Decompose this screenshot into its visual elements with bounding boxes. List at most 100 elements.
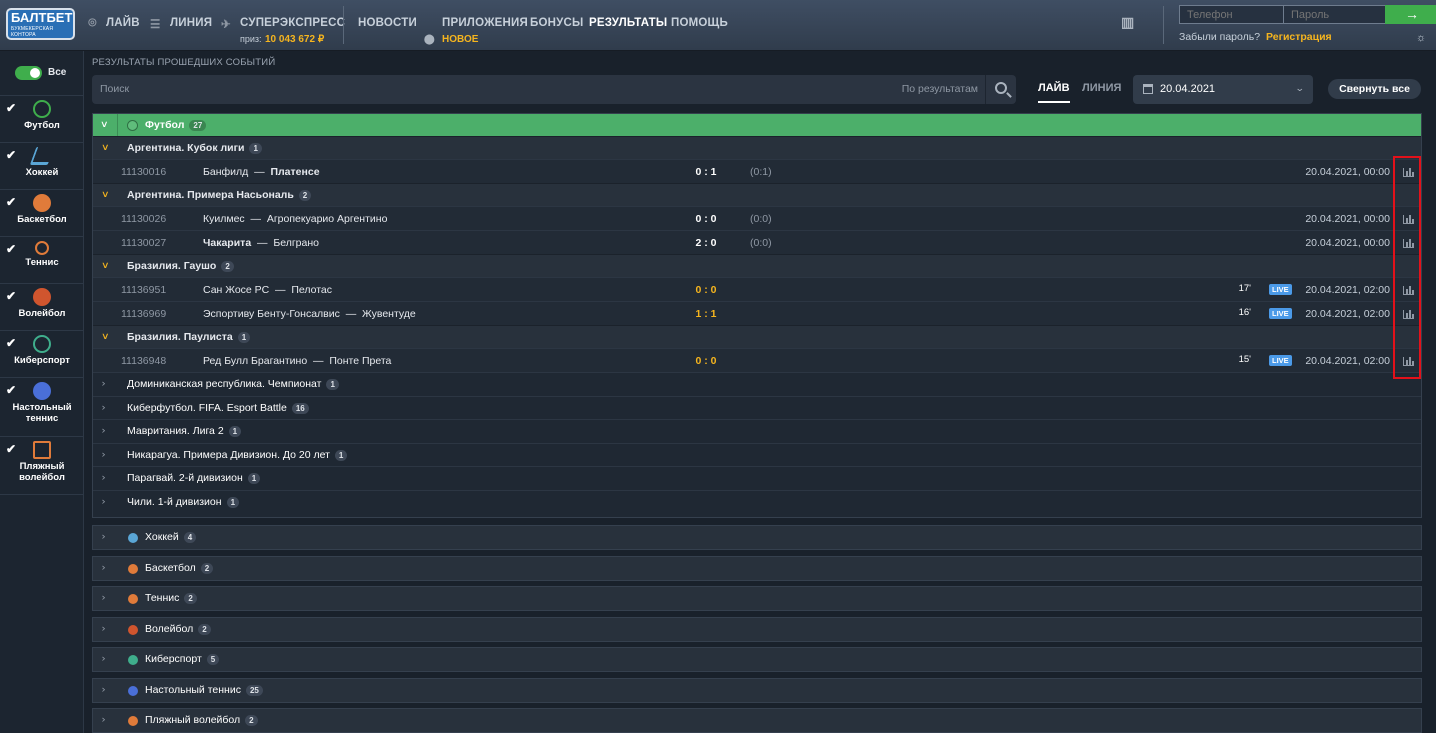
search-scope-select[interactable]: По результатам (902, 83, 978, 95)
sport-row[interactable]: › Теннис 2 (92, 586, 1422, 611)
table-row[interactable]: 11136951 Сан Жосе РС — Пелотас 0 : 0 17'… (93, 277, 1421, 301)
nav-help[interactable]: ПОМОЩЬ (671, 17, 728, 29)
login-button[interactable]: → (1385, 5, 1436, 24)
stats-icon[interactable]: ▥ (1121, 14, 1134, 31)
nav-news[interactable]: НОВОСТИ (358, 17, 417, 29)
check-icon: ✔ (6, 195, 17, 209)
collapse-all-button[interactable]: Свернуть все (1328, 79, 1421, 99)
table-tennis-icon (33, 382, 51, 400)
sport-header-football[interactable]: ∨ Футбол 27 (93, 114, 1421, 136)
nav-line[interactable]: ЛИНИЯ (170, 17, 212, 29)
football-icon (127, 120, 138, 131)
league-collapsed[interactable]: › Киберфутбол. FIFA. Esport Battle 16 (93, 395, 1421, 420)
divider (1163, 6, 1164, 44)
league-name: Мавритания. Лига 21 (127, 425, 242, 437)
volleyball-icon (33, 288, 51, 306)
sport-row[interactable]: › Пляжный волейбол 2 (92, 708, 1422, 733)
league-header[interactable]: ∨ Аргентина. Примера Насьональ 2 (93, 183, 1421, 206)
chevron-right-icon: › (101, 495, 106, 506)
league-header[interactable]: ∨ Бразилия. Гаушо 2 (93, 254, 1421, 277)
chevron-down-icon: ∨ (100, 119, 109, 129)
sidebar-item-hockey[interactable]: ✔ Хоккей (0, 142, 84, 189)
search-icon[interactable] (995, 82, 1007, 94)
sport-name: Баскетбол 2 (145, 562, 214, 574)
sport-row[interactable]: › Баскетбол 2 (92, 555, 1422, 581)
chevron-right-icon: › (101, 592, 106, 602)
logo[interactable]: БАЛТБЕТ БУКМЕКЕРСКАЯ КОНТОРА (6, 8, 75, 40)
sidebar-item-esports[interactable]: ✔ Киберспорт (0, 330, 84, 377)
sidebar-item-table-tennis[interactable]: ✔ Настольный теннис (0, 377, 84, 436)
teams: Эспортиву Бенту-Гонсалвис — Жувентуде (203, 308, 416, 320)
search-input[interactable]: Поиск (100, 83, 129, 95)
check-icon: ✔ (6, 442, 17, 456)
sport-name: Футбол 27 (145, 119, 207, 131)
collapse-toggle[interactable]: ∨ (93, 114, 118, 136)
sport-icon (128, 624, 138, 635)
chevron-right-icon: › (101, 448, 106, 459)
sport-block-football: ∨ Футбол 27 ∨ Аргентина. Кубок лиги 1 1113… (92, 113, 1422, 518)
table-row[interactable]: 11136948 Ред Булл Брагантино — Понте Пре… (93, 348, 1421, 372)
check-icon: ✔ (6, 289, 17, 303)
nav-apps[interactable]: ПРИЛОЖЕНИЯ (442, 17, 528, 29)
table-row[interactable]: 11136969 Эспортиву Бенту-Гонсалвис — Жув… (93, 301, 1421, 325)
tab-live[interactable]: ЛАЙВ (1038, 82, 1070, 103)
sidebar-item-tennis[interactable]: ✔ Теннис (0, 236, 84, 283)
sport-row[interactable]: › Киберспорт 5 (92, 647, 1422, 672)
league-name: Аргентина. Кубок лиги 1 (127, 142, 262, 154)
sidebar-item-football[interactable]: ✔ Футбол (0, 95, 84, 142)
league-collapsed[interactable]: › Парагвай. 2-й дивизион 1 (93, 466, 1421, 490)
count-badge: 4 (183, 532, 197, 543)
sidebar-item-beach-volleyball[interactable]: ✔ Пляжный волейбол (0, 436, 84, 495)
sport-name: Теннис 2 (145, 592, 197, 604)
nav-results[interactable]: РЕЗУЛЬТАТЫ (589, 17, 667, 29)
league-name: Парагвай. 2-й дивизион 1 (127, 472, 261, 484)
theme-icon[interactable]: ☼ (1416, 32, 1426, 44)
league-collapsed[interactable]: › Мавритания. Лига 21 (93, 419, 1421, 443)
sport-row[interactable]: › Волейбол 2 (92, 616, 1422, 642)
score: 0 : 0 (695, 284, 717, 296)
event-date: 20.04.2021, 00:00 (1305, 166, 1390, 178)
league-header[interactable]: ∨ Бразилия. Паулиста 1 (93, 325, 1421, 348)
table-row[interactable]: 11130027 Чакарита — Белграно 2 : 0 (0:0)… (93, 230, 1421, 254)
sidebar-item-label: Настольный теннис (12, 402, 72, 424)
sport-row[interactable]: › Хоккей 4 (92, 525, 1422, 550)
date-picker[interactable]: 20.04.2021 ⌄ (1133, 75, 1313, 104)
sidebar-item-basketball[interactable]: ✔ Баскетбол (0, 189, 84, 236)
all-toggle[interactable] (15, 66, 42, 80)
date-value: 20.04.2021 (1160, 83, 1216, 95)
count-badge: 2 (200, 562, 214, 574)
table-row[interactable]: 11130026 Куилмес — Агропекуарио Аргентин… (93, 206, 1421, 230)
count-badge: 16 (291, 402, 309, 414)
league-name: Киберфутбол. FIFA. Esport Battle 16 (127, 402, 309, 414)
chevron-down-icon: ∨ (101, 142, 110, 152)
search-bar[interactable]: Поиск По результатам (92, 75, 1016, 104)
league-collapsed[interactable]: › Чили. 1-й дивизион 1 (93, 489, 1421, 514)
league-collapsed[interactable]: › Никарагуа. Примера Дивизион. До 20 лет… (93, 442, 1421, 467)
list-icon: ☰ (150, 19, 161, 31)
tab-line[interactable]: ЛИНИЯ (1082, 82, 1121, 94)
count-badge: 2 (298, 190, 312, 201)
sidebar-all[interactable]: Все (0, 51, 84, 95)
nav-live[interactable]: ЛАЙВ (106, 17, 140, 29)
count-badge: 2 (221, 261, 234, 272)
sidebar-item-volleyball[interactable]: ✔ Волейбол (0, 283, 84, 330)
league-collapsed[interactable]: › Доминиканская республика. Чемпионат 1 (93, 372, 1421, 396)
event-id: 11136951 (121, 284, 167, 296)
event-id: 11130026 (121, 213, 167, 225)
phone-input[interactable] (1179, 5, 1284, 24)
sport-row[interactable]: › Настольный теннис 25 (92, 677, 1422, 703)
event-id: 11130016 (121, 166, 167, 178)
table-row[interactable]: 11130016 Банфилд — Платенсе 0 : 1 (0:1) … (93, 159, 1421, 183)
forgot-password-link[interactable]: Забыли пароль? (1179, 31, 1260, 43)
nav-bonuses[interactable]: БОНУСЫ (530, 17, 583, 29)
password-input[interactable] (1283, 5, 1386, 24)
divider (343, 6, 344, 44)
nav-superexpress[interactable]: СУПЕРЭКСПРЕСС (240, 17, 345, 29)
teams: Чакарита — Белграно (203, 237, 319, 249)
chevron-down-icon: ∨ (101, 331, 110, 341)
register-link[interactable]: Регистрация (1266, 31, 1332, 43)
score: 0 : 0 (695, 213, 717, 225)
sidebar-item-label: Теннис (25, 257, 59, 268)
league-header[interactable]: ∨ Аргентина. Кубок лиги 1 (93, 136, 1421, 159)
count-badge: 1 (228, 426, 242, 437)
